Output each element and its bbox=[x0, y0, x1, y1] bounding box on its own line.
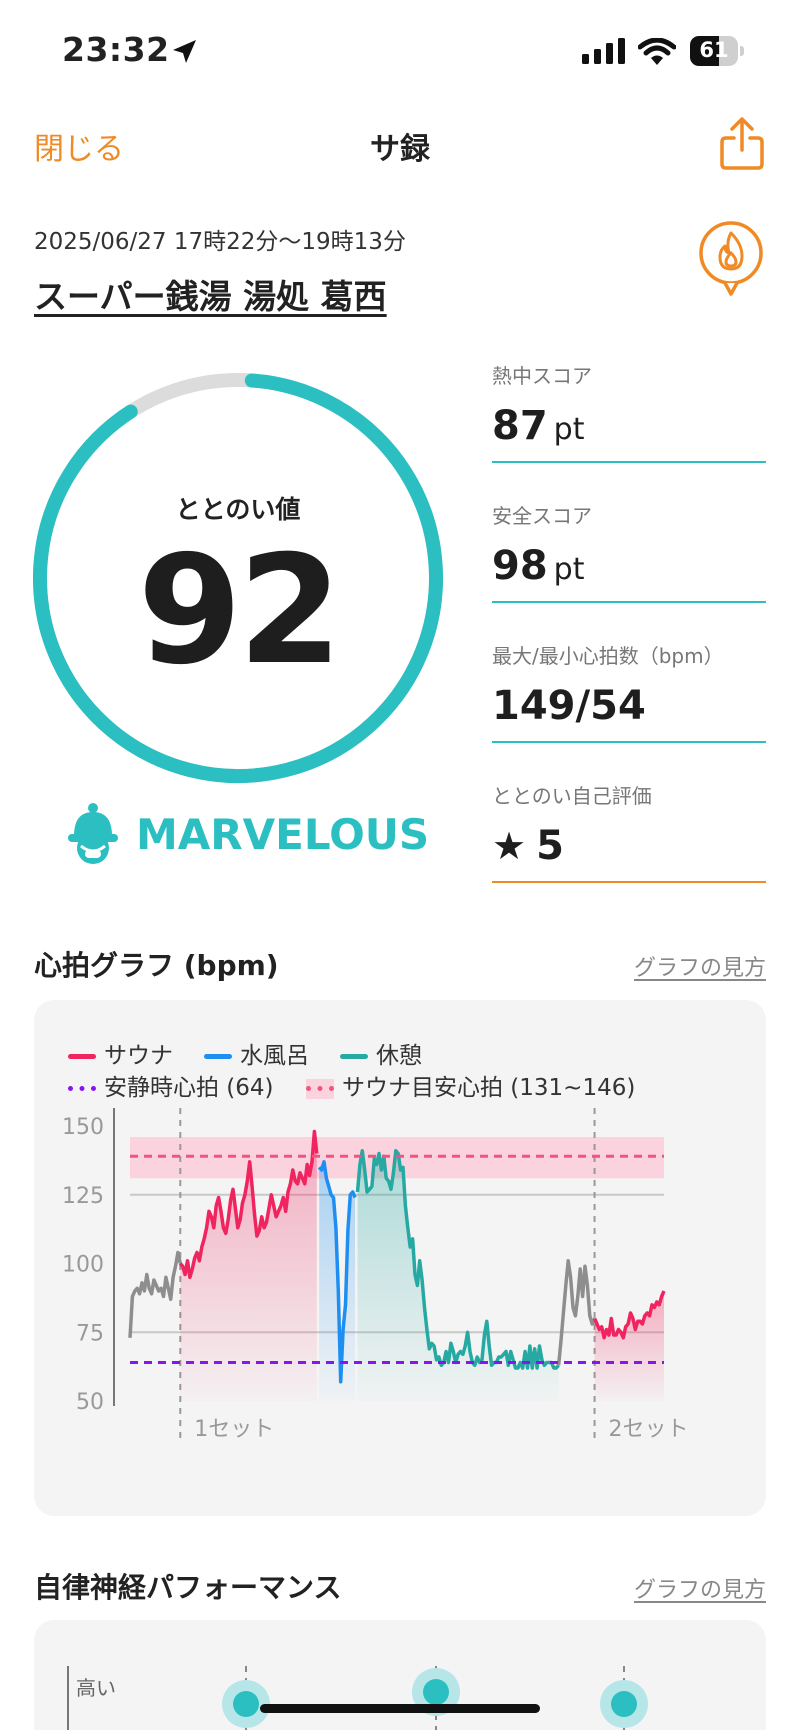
y-tick-label: 75 bbox=[76, 1321, 104, 1346]
facility-link[interactable]: スーパー銭湯 湯処 葛西 bbox=[34, 270, 387, 318]
metric-label: 熱中スコア bbox=[492, 364, 592, 388]
wifi-icon bbox=[638, 38, 676, 65]
legend-target-hr: サウナ目安心拍 (131~146) bbox=[306, 1068, 635, 1102]
metric-heart-rate: 最大/最小心拍数（bpm） 149/54 bbox=[492, 640, 766, 743]
metric-divider bbox=[492, 601, 766, 603]
metric-value: 149/54 bbox=[492, 683, 646, 729]
y-tick-label: 125 bbox=[62, 1184, 104, 1209]
metric-value: 5 bbox=[536, 823, 564, 869]
home-indicator[interactable] bbox=[260, 1704, 540, 1713]
legend-label: 安静時心拍 (64) bbox=[104, 1075, 274, 1101]
legend-sauna: サウナ bbox=[68, 1036, 173, 1070]
metric-label: ととのい自己評価 bbox=[492, 784, 652, 808]
battery-level: 61 bbox=[699, 38, 729, 62]
autonomic-point bbox=[611, 1691, 637, 1717]
metric-unit: pt bbox=[553, 412, 585, 447]
fire-badge-icon[interactable] bbox=[696, 220, 766, 300]
metric-value: 98 bbox=[492, 543, 548, 589]
heart-graph-card: サウナ 水風呂 休憩 安静時心拍 (64) サウナ目安心拍 (131~146) … bbox=[34, 1000, 766, 1516]
metric-self-rating[interactable]: ととのい自己評価 ★ 5 bbox=[492, 780, 766, 883]
legend-water: 水風呂 bbox=[204, 1036, 309, 1070]
location-arrow-icon bbox=[173, 40, 196, 63]
y-tick-label: 100 bbox=[62, 1253, 104, 1278]
metric-safety-score: 安全スコア 98 pt bbox=[492, 500, 766, 603]
y-tick-label: 150 bbox=[62, 1115, 104, 1140]
battery-icon: 61 bbox=[690, 36, 744, 66]
share-icon[interactable] bbox=[718, 116, 766, 172]
sauna-hat-icon bbox=[68, 803, 118, 864]
metric-heat-score: 熱中スコア 87 pt bbox=[492, 360, 766, 463]
set-label: 2セット bbox=[609, 1417, 689, 1442]
legend-label: 休憩 bbox=[376, 1043, 422, 1069]
autonomic-point bbox=[423, 1679, 449, 1705]
cellular-signal-icon bbox=[582, 38, 625, 64]
metric-unit: pt bbox=[553, 552, 585, 587]
score-value: 92 bbox=[137, 524, 343, 698]
autonomic-point bbox=[233, 1691, 259, 1717]
autonomic-title: 自律神経パフォーマンス bbox=[34, 1571, 342, 1604]
y-tick-label: 50 bbox=[76, 1390, 104, 1415]
metric-label: 最大/最小心拍数（bpm） bbox=[492, 644, 724, 668]
autonomic-chart bbox=[67, 1666, 648, 1730]
autonomic-help-link[interactable]: グラフの見方 bbox=[634, 1572, 766, 1604]
legend-label: サウナ bbox=[104, 1043, 173, 1069]
status-bar: 23:32 61 bbox=[0, 0, 800, 100]
series-line bbox=[128, 1250, 183, 1338]
metric-label: 安全スコア bbox=[492, 504, 592, 528]
metric-value: 87 bbox=[492, 403, 548, 449]
autonomic-card: 高い bbox=[34, 1620, 766, 1730]
autonomic-y-high: 高い bbox=[76, 1676, 116, 1700]
metric-divider bbox=[492, 461, 766, 463]
heart-graph-title: 心拍グラフ (bpm) bbox=[34, 949, 279, 982]
star-icon: ★ bbox=[492, 824, 527, 868]
session-datetime: 2025/06/27 17時22分〜19時13分 bbox=[34, 229, 406, 255]
page-title: サ録 bbox=[370, 132, 430, 167]
legend-resting-hr: 安静時心拍 (64) bbox=[68, 1068, 274, 1102]
heart-graph-help-link[interactable]: グラフの見方 bbox=[634, 950, 766, 982]
legend-label: サウナ目安心拍 (131~146) bbox=[342, 1075, 636, 1101]
rating: MARVELOUS bbox=[66, 802, 430, 872]
heart-rate-chart: 150 125 100 75 50 1セット 2セット bbox=[62, 1108, 689, 1442]
set-label: 1セット bbox=[194, 1417, 274, 1442]
metric-divider bbox=[492, 881, 766, 883]
metric-divider bbox=[492, 741, 766, 743]
score-label: ととのい値 bbox=[175, 495, 301, 524]
legend-label: 水風呂 bbox=[240, 1043, 309, 1069]
legend-rest: 休憩 bbox=[340, 1036, 422, 1070]
status-time: 23:32 bbox=[62, 30, 170, 69]
rating-label: MARVELOUS bbox=[136, 810, 430, 859]
series-line bbox=[556, 1259, 597, 1366]
